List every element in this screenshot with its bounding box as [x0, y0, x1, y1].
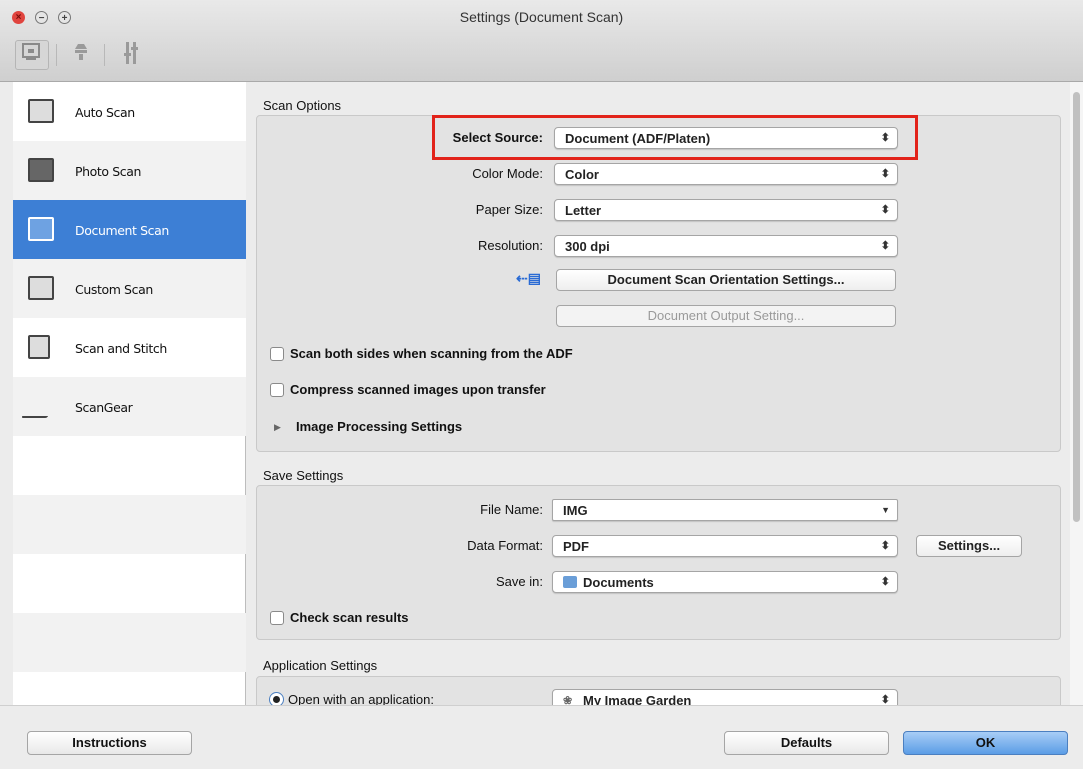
popup-arrows-icon: ⬍ [880, 694, 890, 705]
sidebar-item-label: Document Scan [75, 223, 169, 238]
compress-label: Compress scanned images upon transfer [290, 382, 546, 397]
image-processing-label[interactable]: Image Processing Settings [296, 419, 462, 434]
sidebar-item-auto-scan[interactable]: Auto Scan [13, 82, 246, 141]
file-name-label: File Name: [480, 502, 543, 517]
orientation-settings-button[interactable]: Document Scan Orientation Settings... [556, 269, 896, 291]
select-source-highlight [432, 115, 918, 160]
radio-dot-icon [273, 696, 280, 703]
title-bar: × − + Settings (Document Scan) [0, 0, 1083, 82]
sidebar-item-scangear[interactable]: ScanGear [13, 377, 246, 436]
scan-type-sidebar: Auto Scan Photo Scan Document Scan Custo… [13, 82, 246, 705]
scan-both-sides-checkbox[interactable] [270, 347, 284, 361]
sidebar-item-label: Custom Scan [75, 282, 153, 297]
paper-size-label: Paper Size: [475, 202, 543, 217]
data-format-settings-button[interactable]: Settings... [916, 535, 1022, 557]
save-in-label: Save in: [496, 574, 543, 589]
application-settings-heading: Application Settings [263, 658, 378, 673]
settings-content: Scan Options Select Source: Document (AD… [246, 82, 1073, 705]
popup-arrows-icon: ⬍ [880, 204, 890, 216]
popup-arrows-icon: ⬍ [880, 168, 890, 180]
toolbar-divider [104, 44, 105, 66]
compress-checkbox[interactable] [270, 383, 284, 397]
sidebar-item-label: Photo Scan [75, 164, 142, 179]
scanner-icon[interactable] [66, 40, 96, 70]
sidebar-empty-row [13, 554, 246, 613]
sidebar-item-scan-and-stitch[interactable]: Scan and Stitch [13, 318, 246, 377]
settings-window: × − + Settings (Document Scan) Auto Scan… [0, 0, 1083, 769]
toolbar-divider [56, 44, 57, 66]
open-with-radio[interactable] [269, 692, 284, 705]
color-mode-value: Color [565, 167, 599, 182]
photo-scan-icon [28, 158, 54, 182]
sidebar-item-label: Scan and Stitch [75, 341, 167, 356]
file-name-combo[interactable]: IMG ▼ [552, 499, 898, 521]
application-value: My Image Garden [583, 693, 692, 705]
resolution-label: Resolution: [477, 238, 543, 253]
data-format-value: PDF [563, 539, 589, 554]
resolution-value: 300 dpi [565, 239, 610, 254]
general-settings-icon[interactable] [116, 40, 146, 70]
folder-icon [563, 576, 577, 588]
vertical-scrollbar[interactable] [1070, 82, 1083, 705]
check-scan-results-label: Check scan results [290, 610, 409, 625]
file-name-value: IMG [563, 503, 588, 518]
sidebar-item-label: ScanGear [75, 400, 133, 415]
sidebar-empty-row [13, 613, 246, 672]
paper-size-popup[interactable]: Letter ⬍ [554, 199, 898, 221]
sidebar-empty-row [13, 495, 246, 554]
ok-button[interactable]: OK [903, 731, 1068, 755]
sidebar-item-label: Auto Scan [75, 105, 135, 120]
window-title: Settings (Document Scan) [459, 9, 624, 25]
custom-scan-icon [28, 276, 54, 300]
sidebar-item-document-scan[interactable]: Document Scan [13, 200, 246, 259]
color-mode-label: Color Mode: [472, 166, 543, 181]
sidebar-empty-row [13, 436, 246, 495]
resolution-popup[interactable]: 300 dpi ⬍ [554, 235, 898, 257]
orientation-arrow-icon: ⇠▤ [516, 270, 541, 286]
dropdown-arrow-icon: ▼ [881, 505, 890, 515]
check-scan-results-checkbox[interactable] [270, 611, 284, 625]
application-popup[interactable]: ❀ My Image Garden ⬍ [552, 689, 898, 705]
scrollbar-thumb[interactable] [1073, 92, 1080, 522]
save-in-popup[interactable]: Documents ⬍ [552, 571, 898, 593]
save-settings-heading: Save Settings [263, 468, 344, 483]
data-format-popup[interactable]: PDF ⬍ [552, 535, 898, 557]
color-mode-popup[interactable]: Color ⬍ [554, 163, 898, 185]
output-setting-button[interactable]: Document Output Setting... [556, 305, 896, 327]
scan-stitch-icon [28, 335, 50, 359]
sidebar-item-photo-scan[interactable]: Photo Scan [13, 141, 246, 200]
document-scan-icon[interactable] [15, 40, 49, 70]
disclosure-triangle-icon[interactable]: ▶ [274, 422, 281, 433]
scan-both-sides-label: Scan both sides when scanning from the A… [290, 346, 573, 361]
paper-size-value: Letter [565, 203, 602, 218]
scangear-icon [21, 394, 61, 418]
scan-options-heading: Scan Options [263, 98, 342, 113]
popup-arrows-icon: ⬍ [880, 540, 890, 552]
instructions-button[interactable]: Instructions [27, 731, 192, 755]
data-format-label: Data Format: [467, 538, 543, 553]
document-scan-icon [28, 217, 54, 241]
defaults-button[interactable]: Defaults [724, 731, 889, 755]
auto-scan-icon [28, 99, 54, 123]
popup-arrows-icon: ⬍ [880, 576, 890, 588]
image-garden-icon: ❀ [563, 695, 573, 705]
save-in-value: Documents [583, 575, 654, 590]
open-with-label: Open with an application: [288, 692, 434, 705]
sidebar-item-custom-scan[interactable]: Custom Scan [13, 259, 246, 318]
bottom-bar: Instructions Defaults OK [0, 705, 1083, 769]
popup-arrows-icon: ⬍ [880, 240, 890, 252]
